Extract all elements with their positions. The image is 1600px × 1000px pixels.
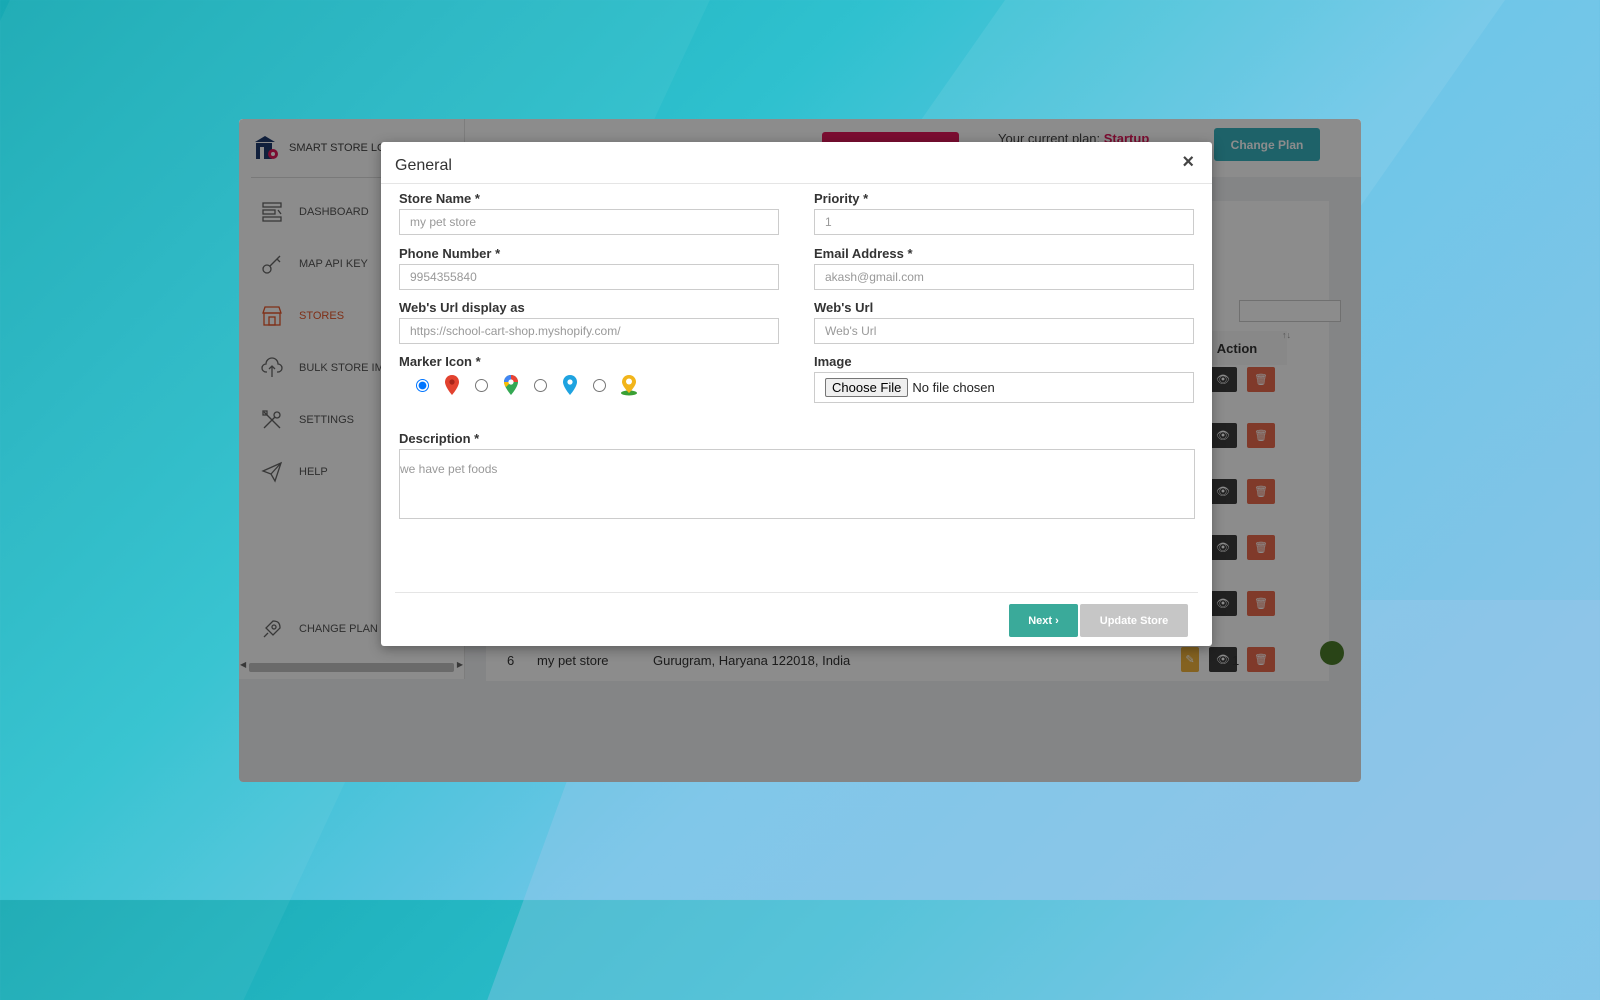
email-group: Email Address * <box>814 246 1194 290</box>
description-label: Description * <box>399 431 480 446</box>
blue-pin-icon <box>563 375 577 395</box>
description-textarea[interactable] <box>399 449 1195 519</box>
marker-options <box>399 372 779 398</box>
web-url-label: Web's Url <box>814 300 874 315</box>
marker-radio-2[interactable] <box>475 378 488 392</box>
marker-icon-group: Marker Icon * <box>399 354 779 398</box>
image-group: Image Choose File No file chosen <box>814 354 1194 403</box>
marker-radio-3[interactable] <box>534 378 547 392</box>
next-button[interactable]: Next › <box>1009 604 1078 637</box>
store-name-group: Store Name * <box>399 191 779 235</box>
choose-file-button[interactable]: Choose File <box>825 378 909 397</box>
image-label: Image <box>814 354 852 369</box>
email-input[interactable] <box>814 264 1194 290</box>
web-url-group: Web's Url <box>814 300 1194 344</box>
phone-group: Phone Number * <box>399 246 779 290</box>
web-display-input[interactable] <box>399 318 779 344</box>
web-display-label: Web's Url display as <box>399 300 525 315</box>
google-maps-pin-icon <box>504 375 518 395</box>
update-store-button[interactable]: Update Store <box>1080 604 1188 637</box>
description-group: Description * <box>399 431 1195 524</box>
priority-group: Priority * <box>814 191 1194 235</box>
priority-label: Priority * <box>814 191 869 206</box>
marker-radio-1[interactable] <box>416 378 429 392</box>
modal-footer: Next › Update Store <box>395 592 1198 637</box>
email-label: Email Address * <box>814 246 913 261</box>
yellow-person-pin-icon <box>621 375 637 396</box>
modal-title: General <box>395 157 452 174</box>
phone-input[interactable] <box>399 264 779 290</box>
web-url-input[interactable] <box>814 318 1194 344</box>
priority-input[interactable] <box>814 209 1194 235</box>
marker-icon-label: Marker Icon * <box>399 354 481 369</box>
modal-header: General × <box>381 142 1212 184</box>
red-pin-icon <box>445 375 459 395</box>
web-display-group: Web's Url display as <box>399 300 779 344</box>
phone-label: Phone Number * <box>399 246 501 261</box>
marker-radio-4[interactable] <box>593 378 606 392</box>
store-name-label: Store Name * <box>399 191 480 206</box>
image-file-input[interactable]: Choose File No file chosen <box>814 372 1194 403</box>
general-modal: General × Store Name * Priority * Phone … <box>381 142 1212 646</box>
file-status: No file chosen <box>912 380 995 395</box>
close-button[interactable]: × <box>1176 150 1200 175</box>
store-name-input[interactable] <box>399 209 779 235</box>
